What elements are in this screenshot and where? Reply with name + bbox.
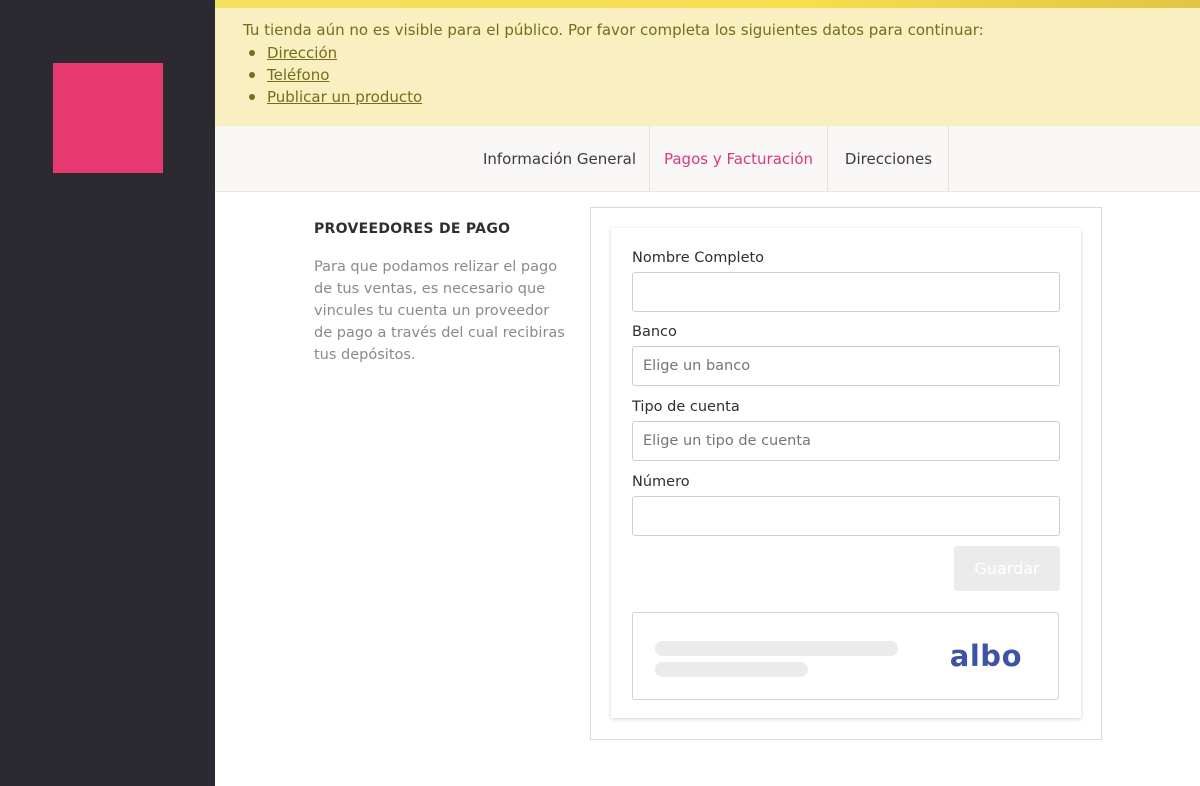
account-type-label: Tipo de cuenta <box>632 399 740 415</box>
albo-logo: albo <box>949 639 1022 673</box>
payment-form: Nombre Completo Banco Tipo de cuenta Núm… <box>611 228 1081 718</box>
phone-link[interactable]: Teléfono <box>267 66 329 84</box>
banner-requirements-list: Dirección Teléfono Publicar un producto <box>248 43 422 109</box>
skeleton-line <box>655 662 808 677</box>
visibility-warning-banner: Tu tienda aún no es visible para el públ… <box>215 0 1200 126</box>
settings-tabs: Información General Pagos y Facturación … <box>215 126 1200 192</box>
list-item: Publicar un producto <box>248 87 422 109</box>
banner-message: Tu tienda aún no es visible para el públ… <box>243 21 984 39</box>
publish-product-link[interactable]: Publicar un producto <box>267 88 422 106</box>
bank-select[interactable] <box>632 346 1060 386</box>
account-type-select[interactable] <box>632 421 1060 461</box>
banner-stripe <box>215 0 1200 8</box>
save-button[interactable]: Guardar <box>954 546 1060 591</box>
tab-payments-billing[interactable]: Pagos y Facturación <box>650 126 828 191</box>
full-name-input[interactable] <box>632 272 1060 312</box>
payment-provider-option[interactable]: albo <box>632 612 1059 700</box>
sidebar <box>0 0 215 786</box>
full-name-label: Nombre Completo <box>632 250 765 266</box>
section-description: Para que podamos relizar el pago de tus … <box>314 259 565 363</box>
account-number-input[interactable] <box>632 496 1060 536</box>
skeleton-line <box>655 641 898 656</box>
address-link[interactable]: Dirección <box>267 44 337 62</box>
tab-general-info[interactable]: Información General <box>470 126 650 191</box>
tab-addresses[interactable]: Direcciones <box>829 126 949 191</box>
list-item: Teléfono <box>248 65 422 87</box>
section-title: PROVEEDORES DE PAGO <box>314 221 511 237</box>
bank-label: Banco <box>632 324 677 340</box>
brand-logo-icon[interactable] <box>53 63 163 173</box>
payment-form-card: Nombre Completo Banco Tipo de cuenta Núm… <box>590 207 1102 740</box>
account-number-label: Número <box>632 474 690 490</box>
main-content: Tu tienda aún no es visible para el públ… <box>215 0 1200 786</box>
list-item: Dirección <box>248 43 422 65</box>
